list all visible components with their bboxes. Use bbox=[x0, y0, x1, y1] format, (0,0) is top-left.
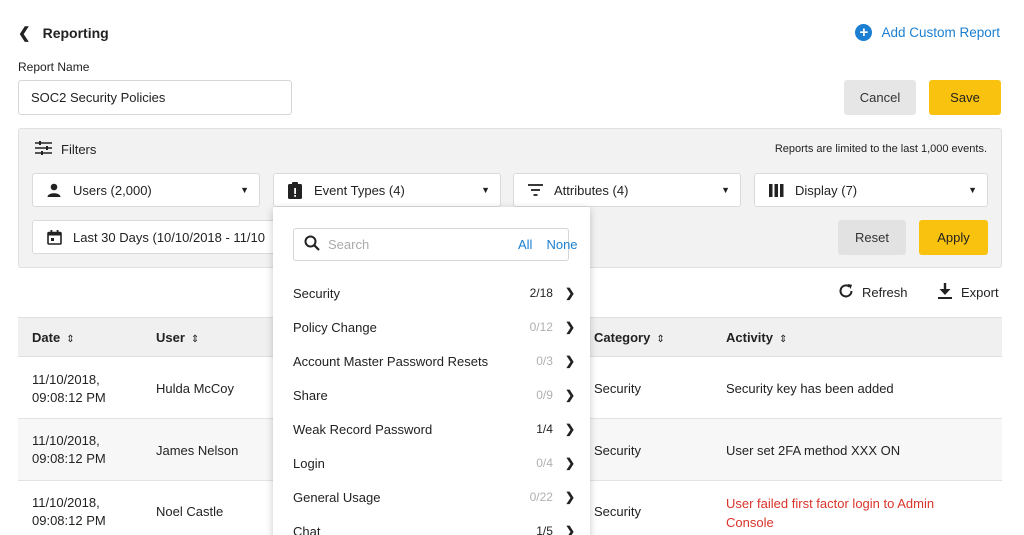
row-date: 11/10/2018, 09:08:12 PM bbox=[32, 495, 106, 528]
menu-item-share[interactable]: Share 0/9 ❯ bbox=[293, 385, 575, 405]
attributes-dropdown-label: Attributes (4) bbox=[554, 182, 629, 198]
item-count: 1/5 bbox=[536, 524, 553, 535]
report-name-label: Report Name bbox=[18, 60, 90, 74]
chevron-right-icon: ❯ bbox=[564, 320, 575, 334]
save-button[interactable]: Save bbox=[929, 80, 1001, 115]
item-count: 0/3 bbox=[536, 354, 553, 368]
caret-down-icon: ▼ bbox=[968, 185, 977, 195]
user-icon bbox=[45, 183, 63, 197]
row-activity: Security key has been added bbox=[726, 381, 894, 396]
cancel-button[interactable]: Cancel bbox=[844, 80, 916, 115]
menu-item-weak-record-password[interactable]: Weak Record Password 1/4 ❯ bbox=[293, 419, 575, 439]
item-count: 2/18 bbox=[529, 286, 553, 300]
chevron-left-icon: ❮ bbox=[18, 25, 31, 42]
menu-item-login[interactable]: Login 0/4 ❯ bbox=[293, 453, 575, 473]
sort-icon: ⇕ bbox=[190, 334, 200, 345]
filters-header: Filters bbox=[35, 141, 96, 158]
report-name-input[interactable] bbox=[18, 80, 292, 115]
event-types-dropdown[interactable]: Event Types (4) ▼ bbox=[273, 173, 501, 207]
select-none-link[interactable]: None bbox=[546, 237, 577, 252]
row-category: Security bbox=[594, 504, 641, 519]
caret-down-icon: ▼ bbox=[721, 185, 730, 195]
menu-item-chat[interactable]: Chat 1/5 ❯ bbox=[293, 521, 575, 535]
chevron-right-icon: ❯ bbox=[564, 354, 575, 368]
add-custom-report-label: Add Custom Report bbox=[881, 25, 1000, 40]
chevron-right-icon: ❯ bbox=[564, 422, 575, 436]
chevron-right-icon: ❯ bbox=[564, 388, 575, 402]
chevron-right-icon: ❯ bbox=[564, 286, 575, 300]
menu-item-policy-change[interactable]: Policy Change 0/12 ❯ bbox=[293, 317, 575, 337]
filter-lines-icon bbox=[526, 184, 544, 196]
chevron-right-icon: ❯ bbox=[564, 456, 575, 470]
download-icon bbox=[938, 283, 952, 302]
refresh-icon bbox=[838, 283, 854, 302]
date-range-label: Last 30 Days (10/10/2018 - 11/10/20 bbox=[73, 229, 265, 245]
row-category: Security bbox=[594, 381, 641, 396]
row-activity: User failed first factor login to Admin C… bbox=[726, 496, 935, 530]
export-button[interactable]: Export bbox=[938, 283, 999, 302]
users-dropdown[interactable]: Users (2,000) ▼ bbox=[32, 173, 260, 207]
row-date: 11/10/2018, 09:08:12 PM bbox=[32, 433, 106, 466]
reset-button[interactable]: Reset bbox=[838, 220, 906, 255]
item-count: 0/9 bbox=[536, 388, 553, 402]
sliders-icon bbox=[35, 141, 52, 158]
sort-icon: ⇕ bbox=[656, 334, 665, 345]
row-date: 11/10/2018, 09:08:12 PM bbox=[32, 372, 106, 405]
event-search-box: All None bbox=[293, 228, 578, 261]
refresh-button[interactable]: Refresh bbox=[838, 283, 908, 302]
caret-down-icon: ▼ bbox=[481, 185, 490, 195]
sort-icon: ⇕ bbox=[66, 334, 75, 345]
export-label: Export bbox=[961, 285, 999, 300]
item-count: 1/4 bbox=[536, 422, 553, 436]
select-all-link[interactable]: All bbox=[518, 237, 532, 252]
search-icon bbox=[304, 235, 320, 254]
column-header-category[interactable]: Category ⇕ bbox=[594, 330, 665, 345]
row-user: Noel Castle bbox=[156, 504, 224, 519]
column-header-user[interactable]: User ⇕ bbox=[156, 330, 199, 345]
back-link[interactable]: ❮ Reporting bbox=[18, 24, 109, 42]
users-dropdown-label: Users (2,000) bbox=[73, 182, 152, 198]
row-user: James Nelson bbox=[156, 443, 239, 458]
page-title: Reporting bbox=[42, 25, 109, 41]
row-category: Security bbox=[594, 443, 641, 458]
refresh-label: Refresh bbox=[862, 285, 908, 300]
sort-icon: ⇕ bbox=[778, 334, 788, 345]
row-activity: User set 2FA method XXX ON bbox=[726, 443, 901, 458]
filters-note: Reports are limited to the last 1,000 ev… bbox=[774, 143, 987, 155]
chevron-right-icon: ❯ bbox=[564, 490, 575, 504]
item-count: 0/4 bbox=[536, 456, 553, 470]
event-types-dropdown-label: Event Types (4) bbox=[314, 182, 405, 198]
event-search-input[interactable] bbox=[328, 237, 504, 252]
filters-title: Filters bbox=[61, 142, 97, 157]
date-range-dropdown[interactable]: Last 30 Days (10/10/2018 - 11/10/20 bbox=[32, 220, 276, 254]
column-header-activity[interactable]: Activity ⇕ bbox=[726, 330, 787, 345]
menu-item-account-master-password-resets[interactable]: Account Master Password Resets 0/3 ❯ bbox=[293, 351, 575, 371]
clipboard-alert-icon bbox=[286, 181, 304, 199]
add-custom-report-link[interactable]: + Add Custom Report bbox=[855, 24, 1000, 41]
caret-down-icon: ▼ bbox=[240, 185, 249, 195]
attributes-dropdown[interactable]: Attributes (4) ▼ bbox=[513, 173, 741, 207]
menu-item-security[interactable]: Security 2/18 ❯ bbox=[293, 283, 575, 303]
item-count: 0/12 bbox=[529, 320, 553, 334]
display-dropdown[interactable]: Display (7) ▼ bbox=[754, 173, 988, 207]
plus-circle-icon: + bbox=[855, 24, 873, 41]
apply-button[interactable]: Apply bbox=[919, 220, 988, 255]
display-dropdown-label: Display (7) bbox=[795, 182, 858, 198]
columns-icon bbox=[767, 183, 785, 197]
chevron-right-icon: ❯ bbox=[564, 524, 575, 535]
menu-item-general-usage[interactable]: General Usage 0/22 ❯ bbox=[293, 487, 575, 507]
row-user: Hulda McCoy bbox=[156, 381, 235, 396]
calendar-icon bbox=[45, 229, 63, 245]
column-header-date[interactable]: Date ⇕ bbox=[32, 330, 75, 345]
item-count: 0/22 bbox=[529, 490, 553, 504]
